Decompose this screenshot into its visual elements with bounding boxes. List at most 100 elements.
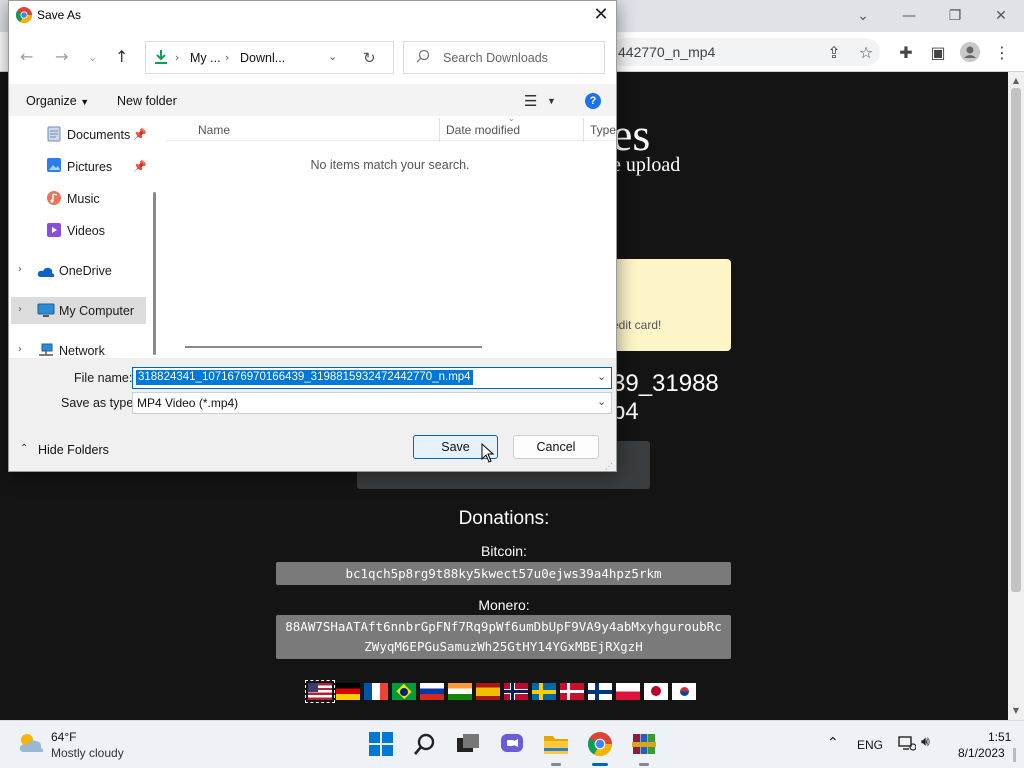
hide-folders-chevron-icon[interactable]: ⌃ [20,443,28,454]
computer-icon [37,303,55,319]
extensions-icon[interactable]: ✚ [894,40,918,64]
show-desktop-button[interactable] [1013,748,1016,762]
site-subtitle: e upload [612,154,681,176]
close-window-icon[interactable]: ✕ [978,4,1024,28]
weather-description[interactable]: Mostly cloudy [51,746,124,760]
monero-address-line2: ZWyqM6EPGuSamuzWh25GtHY14YGxMBEjRXgzH [364,639,643,654]
column-date-modified[interactable]: Date modified [446,123,520,137]
pin-icon[interactable]: 📌 [133,160,147,173]
forward-arrow-icon[interactable]: → [55,47,68,66]
column-separator[interactable] [439,118,440,142]
back-arrow-icon[interactable]: ← [20,47,33,66]
flag-no-icon[interactable] [504,683,528,700]
restore-icon[interactable]: ❐ [932,4,978,28]
archive-app-icon[interactable] [631,731,657,757]
tray-overflow-chevron-icon[interactable]: ⌃ [827,735,839,751]
scroll-up-icon[interactable]: ▲ [1010,76,1022,88]
up-arrow-icon[interactable]: ↑ [115,47,128,66]
flag-kr-icon[interactable] [672,683,696,700]
flag-ru-icon[interactable] [420,683,444,700]
flag-de-icon[interactable] [336,683,360,700]
nav-item-pictures[interactable]: Pictures [67,160,112,174]
address-dropdown-icon[interactable]: ⌄ [328,50,337,63]
flag-dk-icon[interactable] [560,683,584,700]
column-separator[interactable] [583,118,584,142]
profile-avatar-icon[interactable] [958,40,982,64]
organize-dropdown-icon: ▼ [80,97,90,107]
address-bar-url: 442770_n_mp4 [618,44,716,60]
network-icon [37,343,55,357]
flag-pl-icon[interactable] [616,683,640,700]
network-tray-icon[interactable] [898,735,917,751]
cancel-button[interactable]: Cancel [513,435,599,459]
organize-button[interactable]: Organize ▼ [26,94,89,108]
page-file-name: 39_31988 p4 [612,370,752,426]
bitcoin-address[interactable]: bc1qch5p8rg9t88ky5kwect57u0ejws39a4hpz5r… [276,562,731,585]
search-icon [416,49,430,63]
flag-in-icon[interactable] [448,683,472,700]
flag-br-icon[interactable] [392,683,416,700]
nav-item-music[interactable]: Music [67,192,100,206]
view-options-icon[interactable]: ☰ [524,92,537,110]
nav-item-network[interactable]: Network [59,344,105,358]
documents-icon [47,126,61,142]
expand-chevron-icon[interactable]: › [18,264,22,275]
file-list-horizontal-scrollbar[interactable] [185,346,482,348]
breadcrumb-my-computer[interactable]: My ... [190,51,221,65]
refresh-icon[interactable]: ↻ [363,49,376,67]
nav-item-videos[interactable]: Videos [67,224,105,238]
nav-item-my-computer[interactable]: My Computer [59,304,134,318]
nav-item-onedrive[interactable]: OneDrive [59,264,112,278]
scroll-down-icon[interactable]: ▼ [1010,706,1022,718]
expand-chevron-icon[interactable]: › [18,304,22,315]
help-icon[interactable]: ? [585,93,601,109]
sort-indicator-icon: ⌄ [508,114,515,123]
monero-address-line1: 88AW7SHaATAft6nnbrGpFNf7Rq9pWf6umDbUpF9V… [285,619,722,634]
navigation-pane-scrollbar[interactable] [153,192,156,355]
flag-us-icon[interactable] [305,680,335,703]
empty-folder-message: No items match your search. [310,158,470,172]
pin-icon[interactable]: 📌 [133,128,147,141]
volume-icon[interactable]: 🔊︎ [921,734,930,750]
flag-se-icon[interactable] [532,683,556,700]
videos-icon [47,223,61,237]
weather-cloud-icon[interactable] [16,730,46,756]
new-folder-button[interactable]: New folder [117,94,177,108]
task-view-icon[interactable] [455,731,481,757]
start-windows-icon[interactable] [368,731,394,757]
share-icon[interactable]: ⇪ [822,40,846,64]
flag-jp-icon[interactable] [644,683,668,700]
chrome-taskbar-icon[interactable] [587,731,613,757]
recent-locations-icon[interactable]: ⌄ [88,51,97,64]
column-type[interactable]: Type [590,123,616,137]
language-indicator[interactable]: ENG [857,738,883,752]
clock-date[interactable]: 8/1/2023 [958,746,1005,760]
flag-es-icon[interactable] [476,683,500,700]
save-type-dropdown-icon[interactable]: ⌄ [597,395,606,408]
resize-grip-icon[interactable]: ⋰ [605,462,613,471]
tab-search-icon[interactable]: ⌄ [840,4,886,28]
clock-time[interactable]: 1:51 [988,730,1011,744]
app-active-indicator [592,763,608,766]
file-name-dropdown-icon[interactable]: ⌄ [597,370,606,383]
expand-chevron-icon[interactable]: › [18,344,22,355]
nav-item-documents[interactable]: Documents [67,128,130,142]
monero-address[interactable]: 88AW7SHaATAft6nnbrGpFNf7Rq9pWf6umDbUpF9V… [276,615,731,659]
bookmark-star-icon[interactable]: ☆ [854,40,878,64]
browser-menu-icon[interactable]: ⋮ [990,40,1014,64]
dialog-close-icon[interactable]: ✕ [588,4,614,26]
page-scroll-thumb[interactable] [1011,88,1021,592]
search-taskbar-icon[interactable] [412,731,438,757]
minimize-icon[interactable]: — [886,4,932,28]
hide-folders-button[interactable]: Hide Folders [38,443,109,457]
view-dropdown-icon[interactable]: ▼ [547,96,556,106]
flag-fi-icon[interactable] [588,683,612,700]
breadcrumb-downloads[interactable]: Downl... [240,51,285,65]
column-name[interactable]: Name [198,123,230,137]
chat-icon[interactable] [499,731,525,757]
side-panel-icon[interactable]: ▣ [926,40,950,64]
file-explorer-icon[interactable] [543,731,569,757]
weather-temperature[interactable]: 64°F [51,730,76,744]
page-file-name-line1: 39_31988 [612,370,719,397]
flag-fr-icon[interactable] [364,683,388,700]
